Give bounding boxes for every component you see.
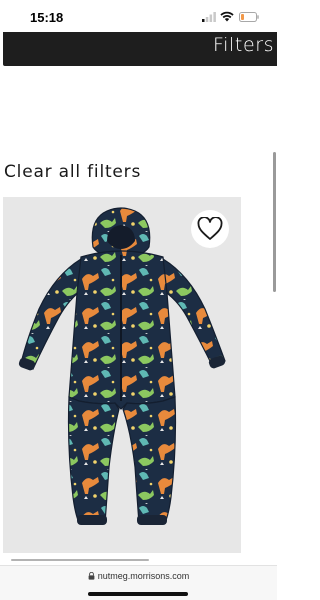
product-card[interactable]	[3, 197, 241, 553]
filters-label: Filters	[213, 34, 275, 56]
wifi-icon	[220, 11, 234, 22]
dinosaur-print-puddle-suit-image[interactable]	[3, 197, 241, 553]
status-bar: 15:18	[0, 0, 277, 34]
status-time: 15:18	[30, 10, 64, 25]
signal-icon	[202, 12, 216, 22]
battery-icon	[239, 12, 259, 22]
url-text[interactable]: nutmeg.morrisons.com	[98, 571, 190, 581]
heart-icon	[197, 217, 223, 240]
page-divider	[11, 559, 149, 561]
home-indicator	[88, 592, 188, 596]
clear-all-filters-link[interactable]: Clear all filters	[4, 162, 141, 182]
page-scrollbar[interactable]	[273, 152, 276, 292]
filters-button[interactable]: Filters	[3, 32, 277, 66]
wishlist-button[interactable]	[191, 210, 229, 248]
lock-icon	[88, 572, 95, 580]
browser-url-bar[interactable]: nutmeg.morrisons.com	[0, 565, 277, 600]
